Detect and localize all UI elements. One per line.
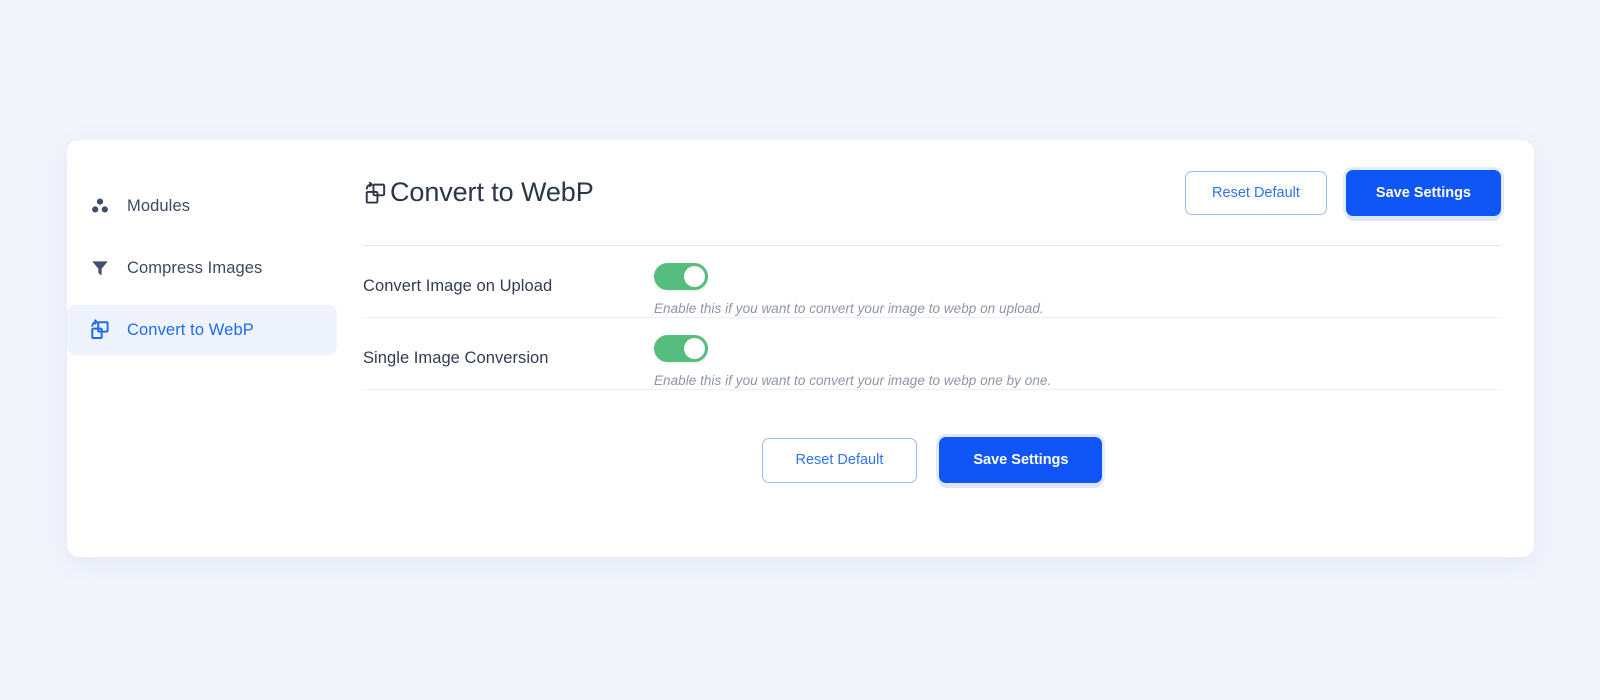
funnel-filter-icon (87, 258, 113, 278)
convert-layers-icon (363, 181, 388, 206)
save-settings-button-header[interactable]: Save Settings (1345, 169, 1501, 216)
setting-label: Single Image Conversion (363, 349, 549, 367)
setting-control: Enable this if you want to convert your … (654, 318, 1518, 388)
app-page: Modules Compress Images Convert to WebP … (0, 0, 1600, 700)
sidebar-item-convert-to-webp[interactable]: Convert to WebP (67, 305, 337, 355)
sidebar-item-label: Compress Images (127, 258, 263, 277)
sidebar-item-compress-images[interactable]: Compress Images (67, 243, 337, 293)
sidebar-item-modules[interactable]: Modules (67, 181, 337, 231)
sidebar-nav: Modules Compress Images Convert to WebP (67, 140, 363, 557)
three-dots-modules-icon (87, 196, 113, 216)
toggle-single-image-conversion[interactable] (654, 335, 708, 362)
reset-default-button-header[interactable]: Reset Default (1185, 170, 1327, 215)
page-title: Convert to WebP (390, 177, 594, 207)
toggle-knob (684, 338, 705, 359)
toggle-knob (684, 266, 705, 287)
setting-label: Convert Image on Upload (363, 277, 553, 295)
setting-help-text: Enable this if you want to convert your … (654, 301, 1044, 316)
reset-default-button-footer[interactable]: Reset Default (761, 437, 918, 483)
sidebar-item-label: Modules (127, 196, 191, 215)
content-footer: Reset Default Save Settings (363, 390, 1518, 483)
content-header: Convert to WebP Reset Default Save Setti… (363, 140, 1518, 245)
settings-card: Modules Compress Images Convert to WebP … (67, 140, 1534, 557)
setting-help-text: Enable this if you want to convert your … (654, 373, 1052, 388)
setting-row-single-image-conversion: Single Image Conversion Enable this if y… (363, 318, 1518, 389)
save-settings-button-footer[interactable]: Save Settings (939, 437, 1103, 483)
convert-layers-icon (87, 319, 113, 341)
sidebar-item-label: Convert to WebP (127, 320, 254, 339)
main-content: Convert to WebP Reset Default Save Setti… (363, 140, 1534, 557)
page-title-wrap: Convert to WebP (363, 177, 1185, 208)
setting-control: Enable this if you want to convert your … (654, 246, 1518, 316)
setting-row-convert-image-on-upload: Convert Image on Upload Enable this if y… (363, 246, 1518, 317)
toggle-convert-image-on-upload[interactable] (654, 263, 708, 290)
